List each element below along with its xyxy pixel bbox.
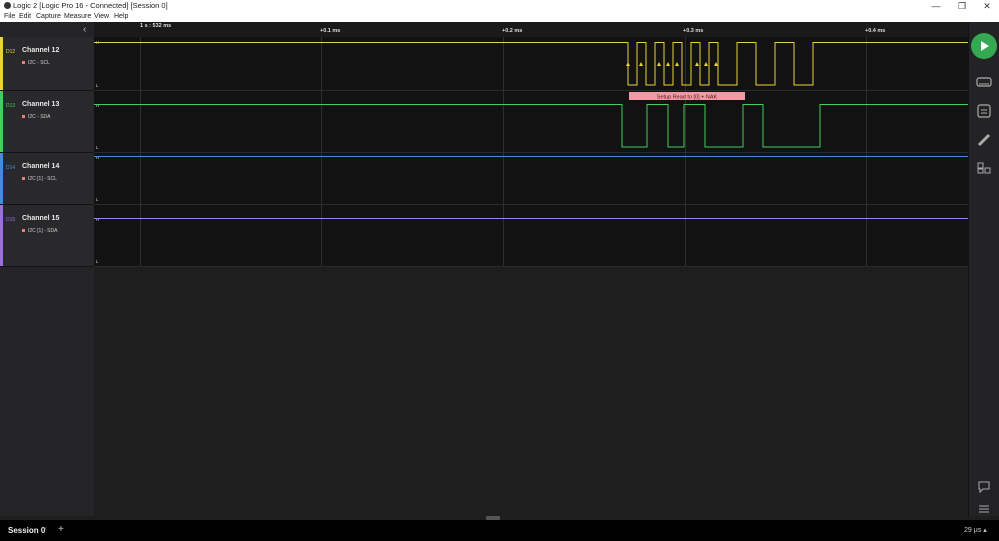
menu-bar: File Edit Capture Measure View Help xyxy=(0,12,999,22)
menu-measure[interactable]: Measure xyxy=(64,13,91,20)
channel-name[interactable]: Channel 12 xyxy=(22,47,59,54)
ruler-tick-label: +0.4 ms xyxy=(865,28,886,34)
channel-row-12[interactable]: D12 Channel 12 I2C - SCL xyxy=(0,37,94,91)
menu-capture[interactable]: Capture xyxy=(36,13,61,20)
measure-icon[interactable] xyxy=(976,133,992,147)
menu-view[interactable]: View xyxy=(94,13,109,20)
right-toolbar xyxy=(968,22,999,516)
device-icon[interactable] xyxy=(976,75,992,89)
timing-status[interactable]: 29 µs ▴ xyxy=(964,526,987,534)
ruler-origin-label: 1 s : 532 ms xyxy=(140,23,172,29)
analyzer-color-icon xyxy=(22,229,25,233)
analyzer-name: I2C [1] - SCL xyxy=(28,176,57,182)
session-close-icon[interactable]: × xyxy=(43,526,47,533)
analyzer-label: I2C - SCL xyxy=(22,60,50,66)
channel-lane-13 xyxy=(94,91,968,152)
channel-row-15[interactable]: D15 Channel 15 I2C [1] - SDA xyxy=(0,205,94,267)
menu-help[interactable]: Help xyxy=(114,13,128,20)
analyzer-icon[interactable] xyxy=(976,104,992,118)
ruler-tick-label: +0.1 ms xyxy=(320,28,341,34)
analyzer-name: I2C - SDA xyxy=(28,114,51,120)
channel-id: D12 xyxy=(6,49,16,55)
menu-file[interactable]: File xyxy=(4,13,15,20)
level-high-label: H xyxy=(96,217,99,222)
channel-id: D13 xyxy=(6,103,16,109)
title-bar: Logic 2 [Logic Pro 16 - Connected] [Sess… xyxy=(0,0,999,12)
analyzer-label: I2C [1] - SDA xyxy=(22,228,57,234)
ruler-tick-label: +0.2 ms xyxy=(502,28,523,34)
analyzer-label: I2C [1] - SCL xyxy=(22,176,57,182)
time-ruler[interactable]: 1 s : 532 ms +0.1 ms +0.2 ms +0.3 ms +0.… xyxy=(94,22,968,38)
level-high-label: H xyxy=(96,155,99,160)
analyzer-color-icon xyxy=(22,115,25,119)
channel-lane-12 xyxy=(94,37,968,90)
channel-color-bar xyxy=(0,91,3,152)
menu-edit[interactable]: Edit xyxy=(19,13,31,20)
waveform-area[interactable]: H L H L H L H L Setup Read to [0] + NAK xyxy=(94,37,968,516)
channel-id: D14 xyxy=(6,165,16,171)
channel-row-13[interactable]: D13 Channel 13 I2C - SDA xyxy=(0,91,94,153)
analyzer-name: I2C - SCL xyxy=(28,60,50,66)
channel-name[interactable]: Channel 13 xyxy=(22,101,59,108)
analyzer-name: I2C [1] - SDA xyxy=(28,228,58,234)
session-tab[interactable]: Session 0 xyxy=(8,526,45,535)
channel-lane-14 xyxy=(94,153,968,204)
close-button[interactable]: ✕ xyxy=(975,0,999,12)
channel-color-bar xyxy=(0,153,3,204)
analyzer-label: I2C - SDA xyxy=(22,114,51,120)
channel-name[interactable]: Channel 14 xyxy=(22,163,59,170)
analyzer-color-icon xyxy=(22,61,25,65)
collapse-sidebar-icon[interactable]: ‹ xyxy=(83,25,91,35)
channel-id: D15 xyxy=(6,217,16,223)
window-title: Logic 2 [Logic Pro 16 - Connected] [Sess… xyxy=(13,1,168,10)
bottom-bar xyxy=(0,520,999,541)
analyzer-color-icon xyxy=(22,177,25,181)
restore-button[interactable]: ❐ xyxy=(950,0,974,12)
decoder-annotation-text: Setup Read to [0] + NAK xyxy=(657,95,718,101)
channel-color-bar xyxy=(0,37,3,90)
level-high-label: H xyxy=(96,103,99,108)
add-session-button[interactable]: + xyxy=(58,524,64,535)
channel-row-14[interactable]: D14 Channel 14 I2C [1] - SCL xyxy=(0,153,94,205)
minimize-button[interactable]: — xyxy=(924,0,948,12)
channel-color-bar xyxy=(0,205,3,266)
channel-name[interactable]: Channel 15 xyxy=(22,215,59,222)
feedback-icon[interactable] xyxy=(976,480,992,494)
app-icon xyxy=(4,2,11,9)
menu-icon[interactable] xyxy=(976,502,992,516)
ruler-tick-label: +0.3 ms xyxy=(683,28,704,34)
channel-lane-15 xyxy=(94,205,968,266)
extensions-icon[interactable] xyxy=(976,161,992,175)
play-icon[interactable] xyxy=(971,33,997,59)
